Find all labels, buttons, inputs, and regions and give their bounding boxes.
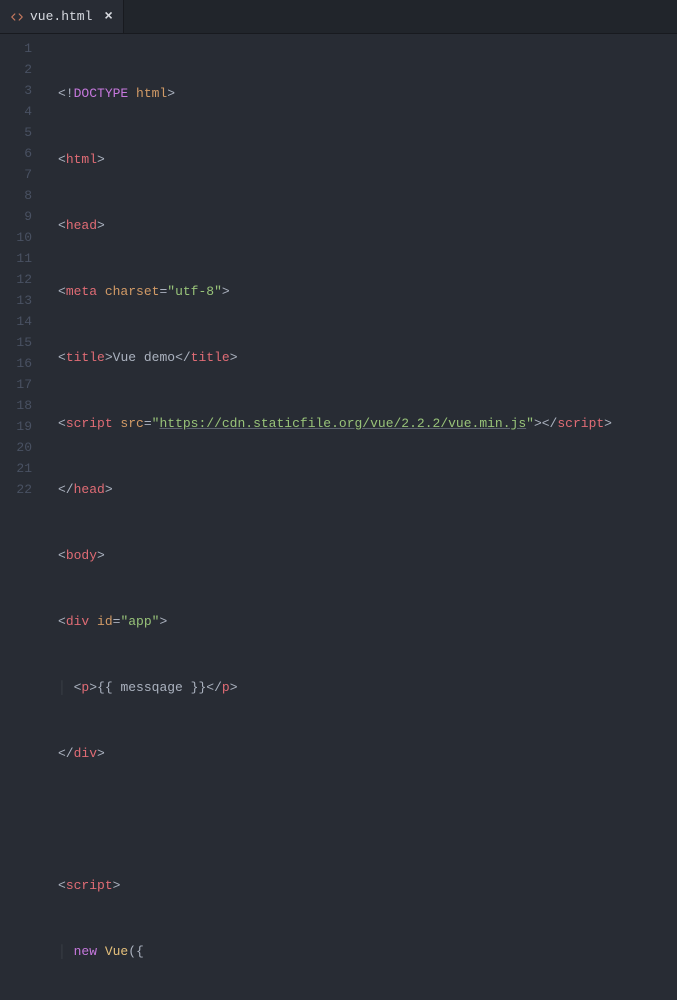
code-line: │ <p>{{ messqage }}</p> [46,677,677,698]
line-number: 18 [0,395,32,416]
editor[interactable]: 12345678910111213141516171819202122 <!DO… [0,34,677,500]
line-number: 13 [0,290,32,311]
code-line: <html> [46,149,677,170]
line-number: 14 [0,311,32,332]
line-number: 3 [0,80,32,101]
line-number: 2 [0,59,32,80]
close-icon[interactable]: × [104,10,112,24]
tab-vue-html[interactable]: vue.html × [0,0,124,33]
code-line: │ new Vue({ [46,941,677,962]
line-number: 22 [0,479,32,500]
tab-filename: vue.html [30,9,92,24]
code-area[interactable]: <!DOCTYPE html> <html> <head> <meta char… [46,38,677,500]
line-number: 5 [0,122,32,143]
line-number: 21 [0,458,32,479]
line-number: 6 [0,143,32,164]
code-line: <body> [46,545,677,566]
code-line: <div id="app"> [46,611,677,632]
line-number: 10 [0,227,32,248]
code-line: <script> [46,875,677,896]
line-number: 4 [0,101,32,122]
line-number-gutter: 12345678910111213141516171819202122 [0,38,46,500]
code-line: </div> [46,743,677,764]
line-number: 19 [0,416,32,437]
line-number: 17 [0,374,32,395]
line-number: 9 [0,206,32,227]
line-number: 16 [0,353,32,374]
code-line: <head> [46,215,677,236]
code-file-icon [10,10,24,24]
line-number: 7 [0,164,32,185]
line-number: 20 [0,437,32,458]
code-line: <title>Vue demo</title> [46,347,677,368]
line-number: 12 [0,269,32,290]
code-line: </head> [46,479,677,500]
line-number: 15 [0,332,32,353]
line-number: 11 [0,248,32,269]
code-line: <!DOCTYPE html> [46,83,677,104]
line-number: 8 [0,185,32,206]
code-line [46,809,677,830]
code-line: <script src="https://cdn.staticfile.org/… [46,413,677,434]
code-line: <meta charset="utf-8"> [46,281,677,302]
line-number: 1 [0,38,32,59]
tab-bar: vue.html × [0,0,677,34]
